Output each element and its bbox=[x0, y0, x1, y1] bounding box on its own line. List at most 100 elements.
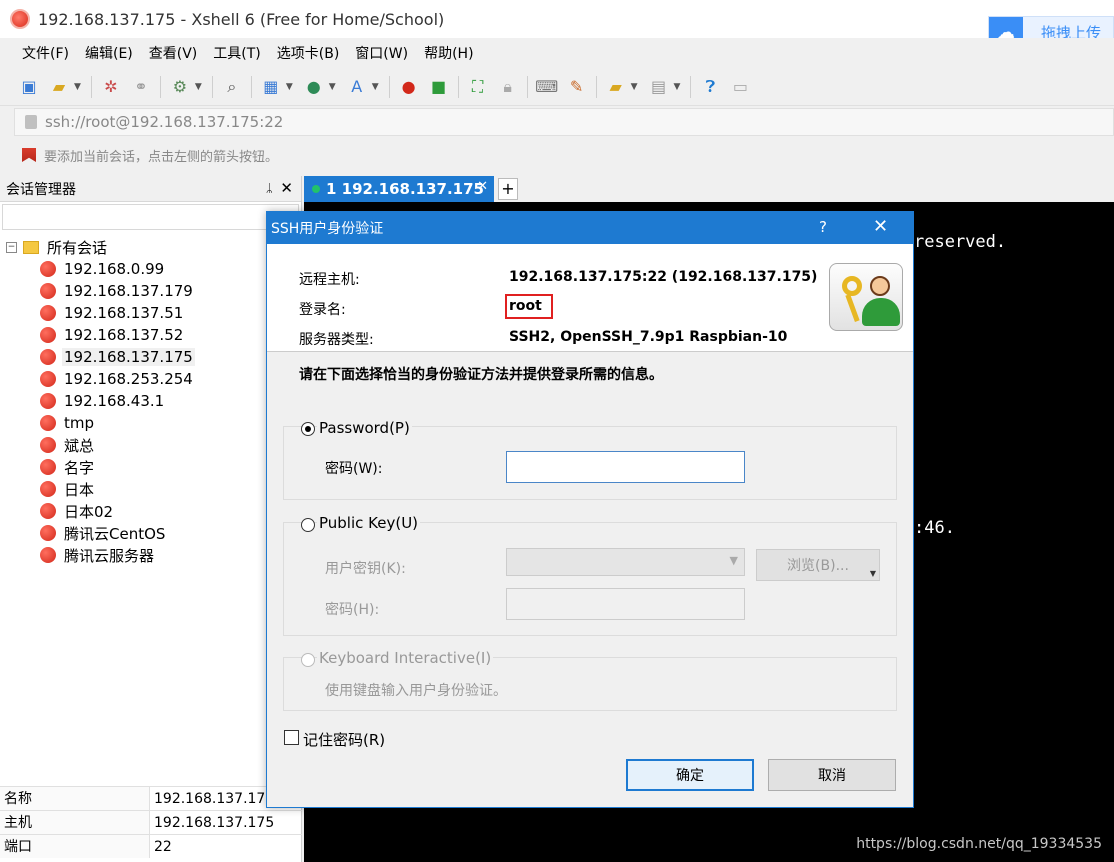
chevron-down-icon[interactable]: ▼ bbox=[74, 82, 81, 92]
keyboard-interactive-radio[interactable] bbox=[301, 653, 315, 667]
keyboard-interactive-desc: 使用键盘输入用户身份验证。 bbox=[325, 683, 507, 699]
server-type-label: 服务器类型: bbox=[299, 332, 374, 348]
help-icon[interactable]: ? bbox=[819, 218, 827, 236]
menu-tabs[interactable]: 选项卡(B) bbox=[269, 43, 348, 63]
session-item[interactable]: tmp bbox=[0, 412, 301, 434]
session-search-input[interactable] bbox=[2, 204, 299, 230]
property-value: 22 bbox=[154, 839, 172, 855]
session-icon bbox=[40, 547, 56, 563]
title-bar: 192.168.137.175 - Xshell 6 (Free for Hom… bbox=[0, 0, 1114, 48]
dialog-title-bar: SSH用户身份验证 ? ✕ bbox=[267, 212, 913, 244]
split-icon[interactable]: ▤ bbox=[648, 76, 670, 98]
disconnect-icon[interactable]: ⚭ bbox=[130, 76, 152, 98]
keyboard-interactive-option-label[interactable]: Keyboard Interactive(I) bbox=[317, 649, 494, 667]
menu-view[interactable]: 查看(V) bbox=[141, 43, 206, 63]
session-item[interactable]: 斌总 bbox=[0, 434, 301, 456]
user-key-select[interactable]: ▼ bbox=[506, 548, 745, 576]
session-item[interactable]: 192.168.137.52 bbox=[0, 324, 301, 346]
session-item[interactable]: 192.168.137.179 bbox=[0, 280, 301, 302]
open-folder-icon[interactable]: ▰ bbox=[48, 76, 70, 98]
menu-bar: 文件(F) 编辑(E) 查看(V) 工具(T) 选项卡(B) 窗口(W) 帮助(… bbox=[0, 38, 1114, 68]
menu-window[interactable]: 窗口(W) bbox=[347, 43, 416, 63]
public-key-option-label[interactable]: Public Key(U) bbox=[317, 514, 421, 532]
session-item[interactable]: 腾讯云CentOS bbox=[0, 522, 301, 544]
user-key-label: 用户密钥(K): bbox=[325, 561, 406, 577]
session-icon bbox=[40, 371, 56, 387]
close-icon[interactable]: ✕ bbox=[873, 216, 888, 237]
bookmark-icon[interactable] bbox=[22, 148, 36, 162]
chevron-down-icon: ▼ bbox=[869, 569, 876, 578]
cancel-button[interactable]: 取消 bbox=[768, 759, 896, 791]
close-icon[interactable]: ✕ bbox=[477, 179, 488, 194]
layout-icon[interactable]: ▦ bbox=[260, 76, 282, 98]
menu-tools[interactable]: 工具(T) bbox=[205, 43, 268, 63]
browse-button[interactable]: 浏览(B)... ▼ bbox=[756, 549, 880, 581]
chat-icon[interactable]: ▭ bbox=[729, 76, 751, 98]
session-item[interactable]: 日本 bbox=[0, 478, 301, 500]
help-icon[interactable]: ❓︎ bbox=[699, 76, 721, 98]
fullscreen-icon[interactable]: ⛶ bbox=[467, 76, 489, 98]
key-password-input[interactable] bbox=[506, 588, 745, 620]
menu-file[interactable]: 文件(F) bbox=[14, 43, 77, 63]
session-item[interactable]: 192.168.0.99 bbox=[0, 258, 301, 280]
lock-icon[interactable]: 🔒︎ bbox=[497, 76, 519, 98]
xshell-icon[interactable]: ● bbox=[398, 76, 420, 98]
close-icon[interactable]: ✕ bbox=[280, 179, 293, 197]
session-icon bbox=[40, 481, 56, 497]
property-key: 名称 bbox=[0, 787, 150, 810]
session-item-selected[interactable]: 192.168.137.175 bbox=[0, 346, 301, 368]
ok-button[interactable]: 确定 bbox=[626, 759, 754, 791]
address-bar[interactable]: ssh://root@192.168.137.175:22 bbox=[14, 108, 1114, 136]
password-input[interactable] bbox=[506, 451, 745, 483]
reconnect-icon[interactable]: ✲ bbox=[100, 76, 122, 98]
pin-icon[interactable]: ᛦ bbox=[266, 181, 273, 195]
chevron-down-icon[interactable]: ▼ bbox=[286, 82, 293, 92]
session-icon bbox=[40, 459, 56, 475]
session-item[interactable]: 腾讯云服务器 bbox=[0, 544, 301, 566]
properties-icon[interactable]: ⚙ bbox=[169, 76, 191, 98]
session-icon bbox=[40, 437, 56, 453]
public-key-radio[interactable] bbox=[301, 518, 315, 532]
collapse-icon[interactable]: − bbox=[6, 241, 17, 253]
search-icon[interactable]: ⌕ bbox=[221, 76, 243, 98]
password-radio[interactable] bbox=[301, 422, 315, 436]
key-shape bbox=[842, 276, 862, 296]
chevron-down-icon[interactable]: ▼ bbox=[674, 82, 681, 92]
add-folder-icon[interactable]: ▰ bbox=[605, 76, 627, 98]
chevron-down-icon[interactable]: ▼ bbox=[372, 82, 379, 92]
xftp-icon[interactable]: ■ bbox=[428, 76, 450, 98]
session-icon bbox=[40, 415, 56, 431]
session-item[interactable]: 192.168.137.51 bbox=[0, 302, 301, 324]
chevron-down-icon[interactable]: ▼ bbox=[631, 82, 638, 92]
new-session-icon[interactable]: ▣ bbox=[18, 76, 40, 98]
chevron-down-icon[interactable]: ▼ bbox=[195, 82, 202, 92]
menu-help[interactable]: 帮助(H) bbox=[416, 43, 481, 63]
hint-bar: 要添加当前会话，点击左侧的箭头按钮。 bbox=[0, 140, 1114, 170]
font-icon[interactable]: A bbox=[346, 76, 368, 98]
session-item[interactable]: 192.168.253.254 bbox=[0, 368, 301, 390]
keyboard-icon[interactable]: ⌨ bbox=[535, 76, 558, 98]
xshell-logo-icon bbox=[10, 9, 30, 29]
ssh-auth-dialog: SSH用户身份验证 ? ✕ 远程主机: 192.168.137.175:22 (… bbox=[266, 211, 914, 808]
session-tree: − 所有会话 192.168.0.99 192.168.137.179 192.… bbox=[0, 232, 301, 566]
highlight-icon[interactable]: ✎ bbox=[566, 76, 588, 98]
chevron-down-icon[interactable]: ▼ bbox=[329, 82, 336, 92]
key-user-icon bbox=[829, 263, 903, 331]
property-value: 192.168.137.17 bbox=[154, 791, 266, 807]
toolbar-divider bbox=[388, 75, 390, 98]
add-tab-button[interactable]: + bbox=[498, 178, 518, 200]
session-item[interactable]: 日本02 bbox=[0, 500, 301, 522]
menu-edit[interactable]: 编辑(E) bbox=[77, 43, 141, 63]
session-item[interactable]: 名字 bbox=[0, 456, 301, 478]
remember-password-label[interactable]: 记住密码(R) bbox=[303, 729, 385, 750]
session-item[interactable]: 192.168.43.1 bbox=[0, 390, 301, 412]
tree-root[interactable]: − 所有会话 bbox=[0, 236, 301, 258]
globe-icon[interactable]: ● bbox=[303, 76, 325, 98]
session-label: 斌总 bbox=[64, 436, 95, 455]
password-option-label[interactable]: Password(P) bbox=[317, 419, 412, 437]
instruction-text: 请在下面选择恰当的身份验证方法并提供登录所需的信息。 bbox=[299, 367, 663, 383]
tab-session[interactable]: 1 192.168.137.175 ✕ bbox=[304, 176, 494, 202]
key-password-label: 密码(H): bbox=[325, 602, 380, 618]
session-label: 192.168.137.179 bbox=[64, 282, 193, 300]
remember-password-checkbox[interactable] bbox=[284, 730, 299, 745]
